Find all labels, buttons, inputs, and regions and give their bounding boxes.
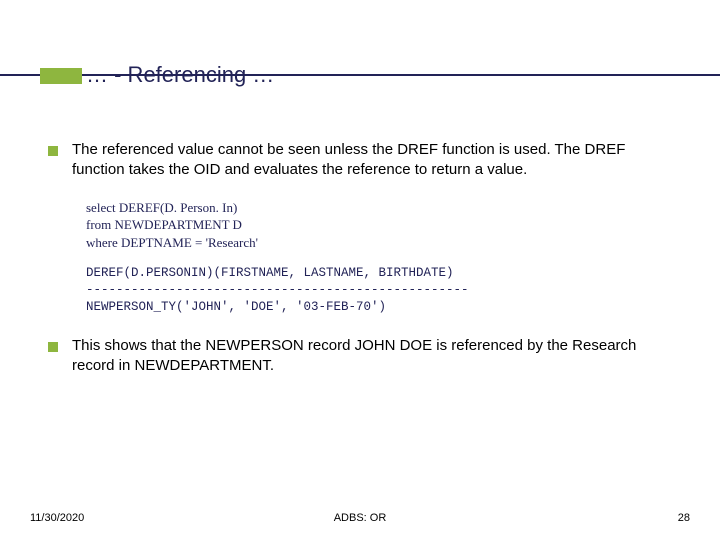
footer-center: ADBS: OR — [0, 512, 720, 524]
title-accent — [40, 68, 82, 84]
sql-output-block: DEREF(D.PERSONIN)(FIRSTNAME, LASTNAME, B… — [86, 265, 672, 316]
bullet-item: The referenced value cannot be seen unle… — [48, 140, 672, 181]
footer-page-number: 28 — [678, 512, 690, 524]
bullet-text: The referenced value cannot be seen unle… — [72, 140, 672, 181]
bullet-icon — [48, 342, 58, 352]
slide: … - Referencing … The referenced value c… — [0, 0, 720, 540]
bullet-text: This shows that the NEWPERSON record JOH… — [72, 336, 672, 377]
slide-body: The referenced value cannot be seen unle… — [48, 140, 672, 394]
bullet-item: This shows that the NEWPERSON record JOH… — [48, 336, 672, 377]
sql-code-block: select DEREF(D. Person. In) from NEWDEPA… — [86, 199, 672, 252]
title-area: … - Referencing … — [0, 74, 720, 84]
bullet-icon — [48, 146, 58, 156]
slide-title: … - Referencing … — [86, 62, 274, 88]
